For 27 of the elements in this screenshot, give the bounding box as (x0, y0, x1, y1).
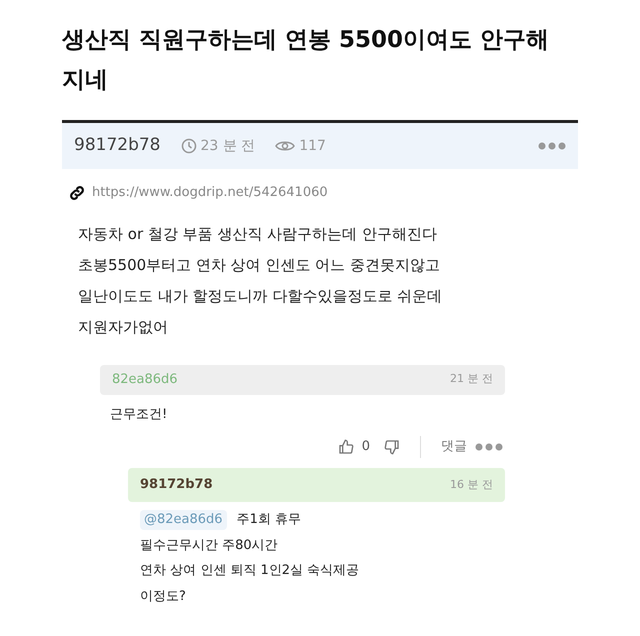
comment-time: 21 분 전 (450, 371, 493, 388)
thumbs-up-icon[interactable] (338, 439, 354, 455)
reply-text: 필수근무시간 주80시간 (140, 536, 279, 554)
reply-author[interactable]: 98172b78 (140, 475, 213, 495)
post-author[interactable]: 98172b78 (74, 133, 161, 159)
post-body-line: 초봉5500부터고 연차 상여 인센도 어느 중견못지않고 (78, 254, 442, 276)
post-url[interactable]: https://www.dogdrip.net/542641060 (92, 183, 328, 202)
post-title: 생산직 직원구하는데 연봉 5500이여도 안구해지네 (62, 26, 550, 95)
link-icon (68, 184, 86, 202)
reply-text: 이정도? (140, 588, 187, 606)
mention-tag[interactable]: @82ea86d6 (140, 510, 227, 530)
reply-text: 연차 상여 인센 퇴직 1인2실 숙식제공 (140, 562, 360, 580)
view-count: 117 (299, 136, 326, 156)
post-body-line: 자동차 or 철강 부품 생산직 사람구하는데 안구해진다 (78, 224, 438, 244)
like-count: 0 (362, 438, 370, 456)
post-body-line: 일난이도도 내가 할정도니까 다할수있을정도로 쉬운데 (78, 286, 444, 306)
reply-text: 주1회 휴무 (236, 511, 301, 529)
reply-button[interactable]: 댓글 (441, 437, 467, 457)
post-time: 23 분 전 (200, 136, 256, 156)
thumbs-down-icon[interactable] (384, 439, 400, 455)
reply-time: 16 분 전 (450, 476, 493, 493)
more-icon[interactable] (538, 142, 566, 150)
more-icon[interactable] (475, 443, 503, 451)
eye-icon (275, 139, 296, 153)
post-body-line: 지원자가없어 (78, 316, 169, 338)
comment-text: 근무조건! (110, 406, 168, 424)
clock-icon (180, 138, 197, 154)
